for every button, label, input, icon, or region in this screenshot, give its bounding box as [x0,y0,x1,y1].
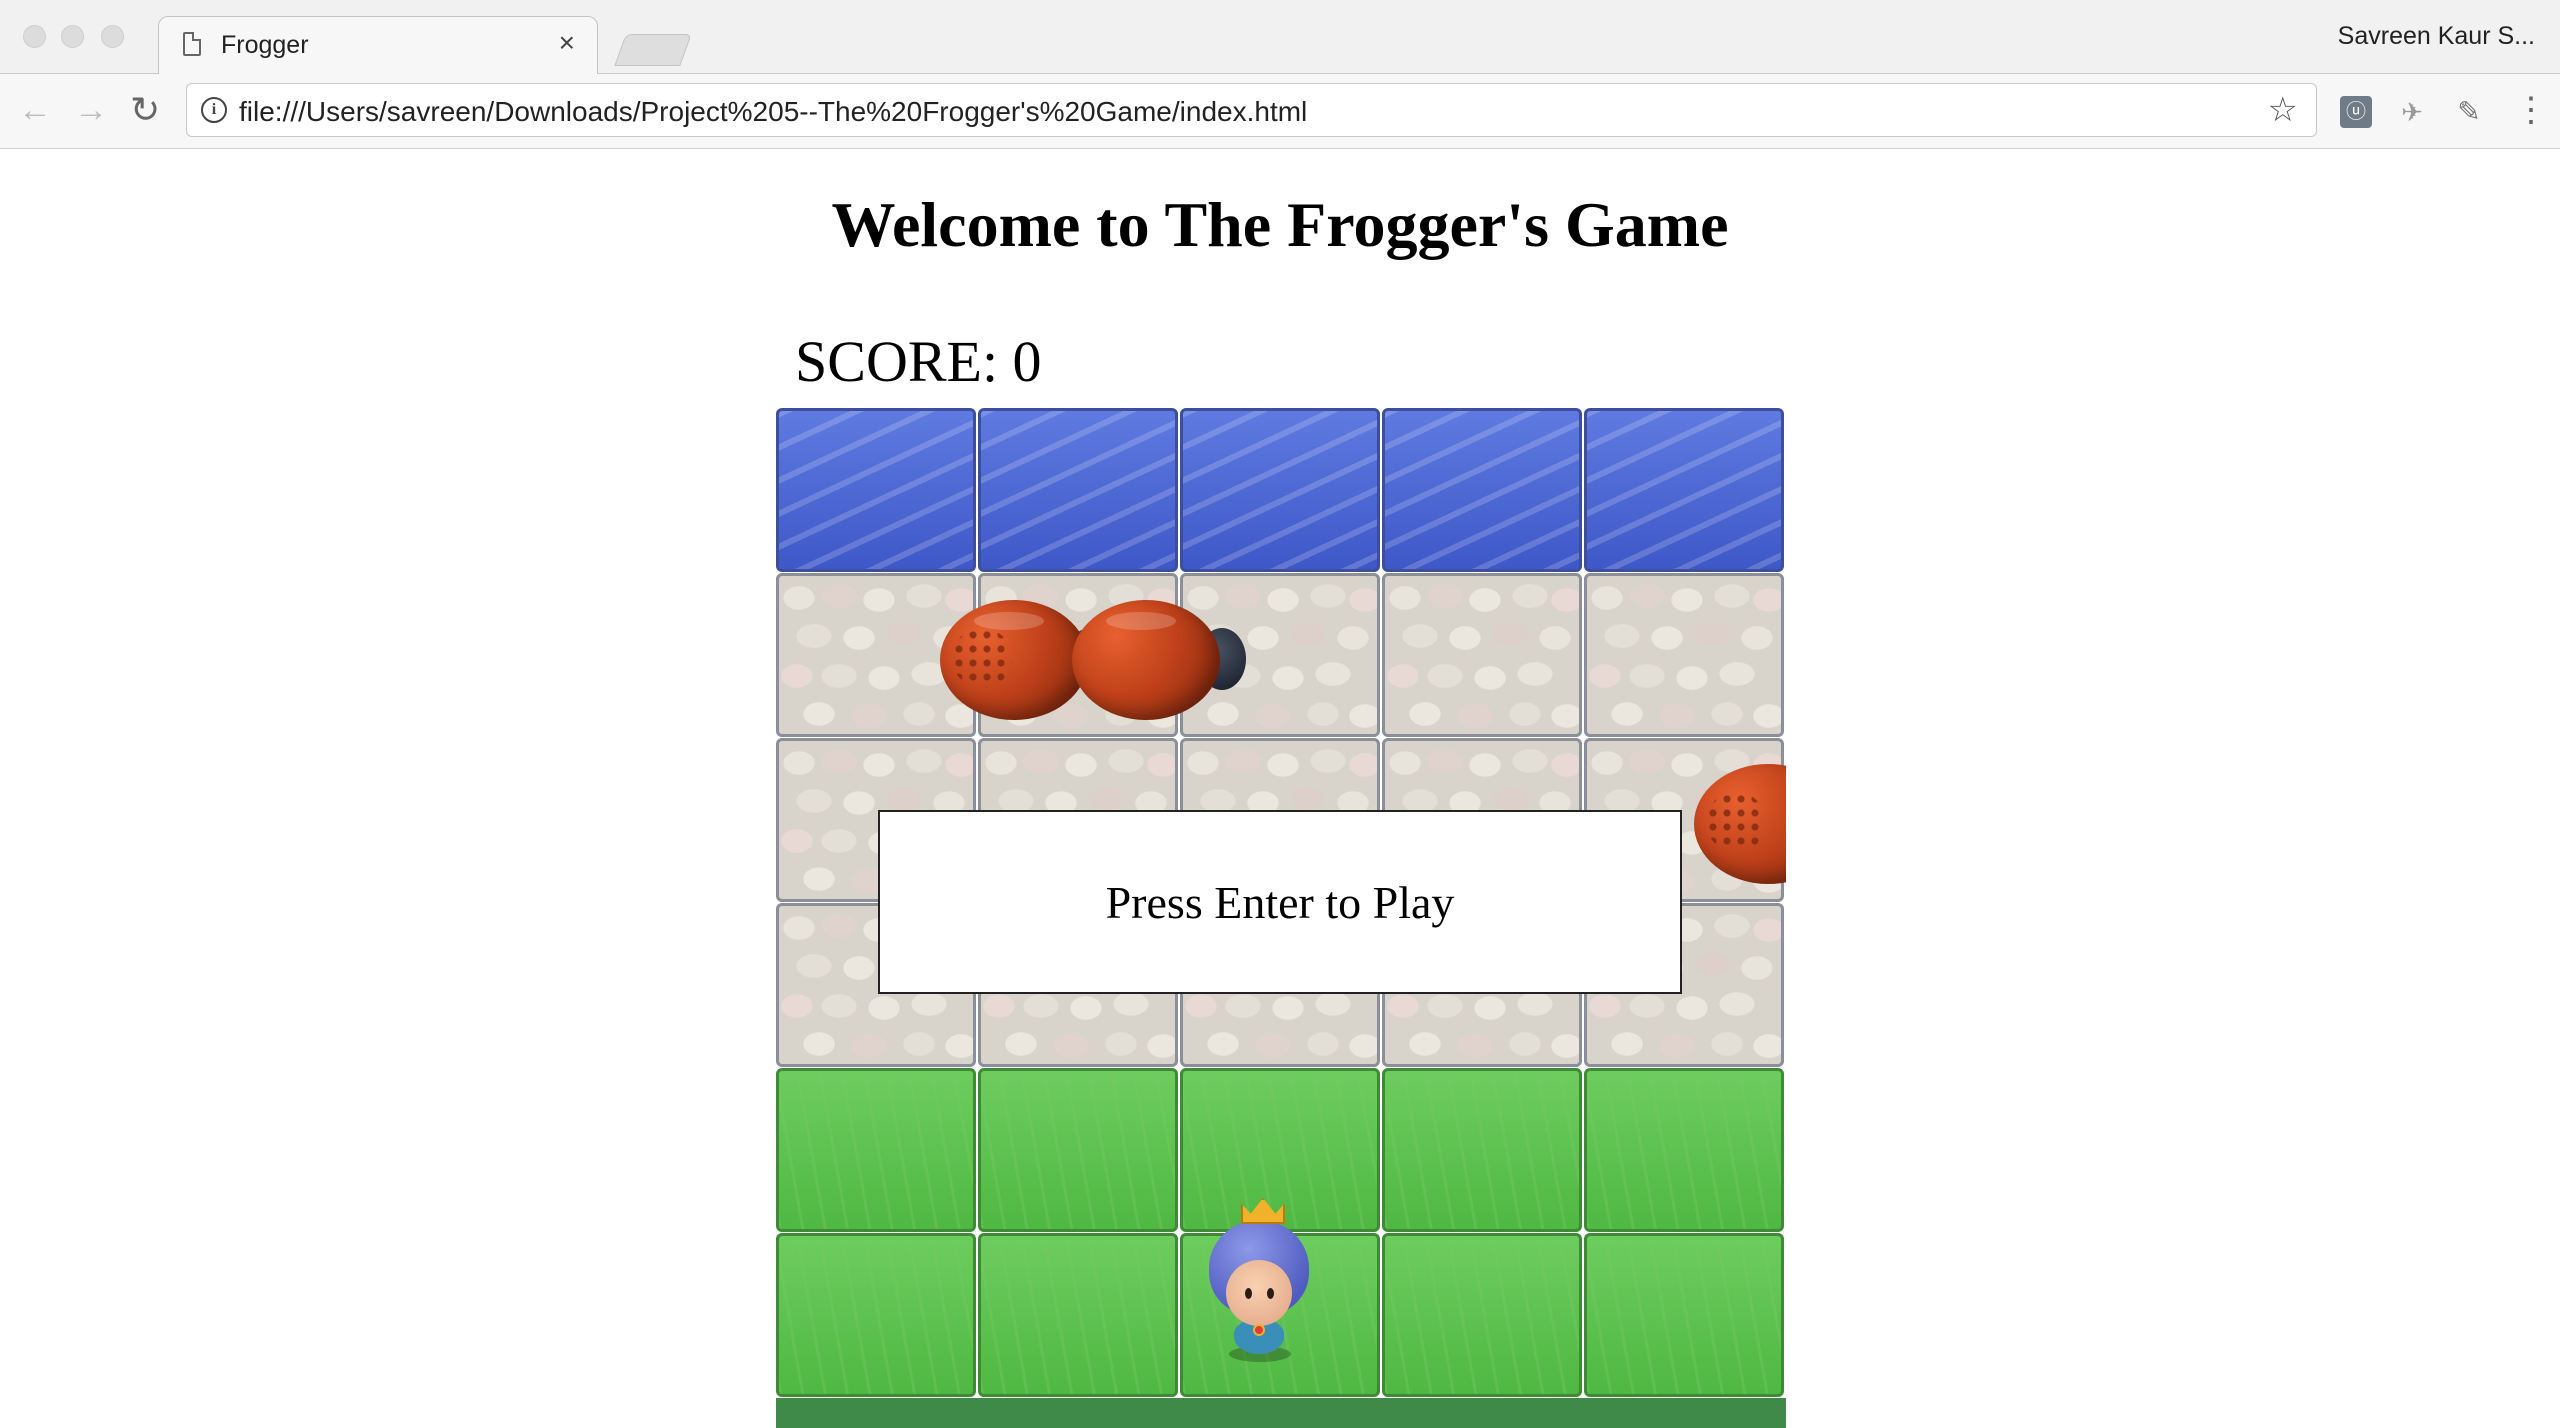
gem-icon [1253,1324,1265,1336]
eyedropper-icon[interactable]: ✎ [2453,96,2485,128]
profile-name[interactable]: Savreen Kaur S... [2338,22,2535,51]
tab-title: Frogger [221,31,309,59]
star-icon[interactable]: ☆ [2268,90,2298,130]
maximize-window-button[interactable] [101,25,124,48]
back-arrow-icon[interactable]: ← [18,90,52,130]
board-bottom-strip [776,1398,1786,1428]
water-tile [1382,408,1582,572]
stone-tile [1382,573,1582,737]
grass-tile [1382,1068,1582,1232]
enemy-bug [1072,600,1246,720]
water-tile [1584,408,1784,572]
page-title: Welcome to The Frogger's Game [831,189,1729,260]
grass-tile [978,1068,1178,1232]
reload-icon[interactable]: ↻ [130,90,160,130]
bug-shine [1106,612,1176,630]
player-character [1204,1198,1314,1373]
player-face [1226,1260,1292,1326]
water-tile [776,408,976,572]
enemy-bug [1694,764,1786,884]
tab-frogger[interactable]: Frogger × [158,16,598,74]
url-text[interactable]: file:///Users/savreen/Downloads/Project%… [239,96,1307,128]
player-eye [1267,1288,1274,1299]
minimize-window-button[interactable] [61,25,84,48]
close-window-button[interactable] [23,25,46,48]
grass-tile [776,1233,976,1397]
menu-dots-icon[interactable]: ⋮ [2514,92,2548,128]
browser-toolbar: ← → ↻ i file:///Users/savreen/Downloads/… [0,74,2560,149]
forward-arrow-icon[interactable]: → [74,90,108,130]
grass-tile [1584,1233,1784,1397]
address-bar[interactable]: i file:///Users/savreen/Downloads/Projec… [186,83,2317,137]
score-display: SCORE: 0 [795,329,1042,394]
crown-icon [1241,1198,1285,1224]
bug-shine [974,612,1044,630]
info-icon[interactable]: i [201,97,227,123]
bug-spots [952,628,1012,688]
bug-spots [1706,792,1766,852]
grass-tile [978,1233,1178,1397]
grass-tile [1584,1068,1784,1232]
start-modal[interactable]: Press Enter to Play [878,810,1682,994]
water-tile [978,408,1178,572]
tab-bar: Frogger × Savreen Kaur S... [0,0,2560,74]
grass-tile [776,1068,976,1232]
stone-tile [1584,573,1784,737]
extension-bird-icon[interactable]: ✈ [2396,96,2428,128]
player-eye [1245,1288,1252,1299]
close-icon[interactable]: × [559,27,575,59]
document-icon [183,32,201,56]
modal-message: Press Enter to Play [1105,876,1455,928]
new-tab-button[interactable] [614,34,692,66]
extension-icon[interactable]: ⓤ [2340,96,2372,128]
water-tile [1180,408,1380,572]
grass-tile [1382,1233,1582,1397]
